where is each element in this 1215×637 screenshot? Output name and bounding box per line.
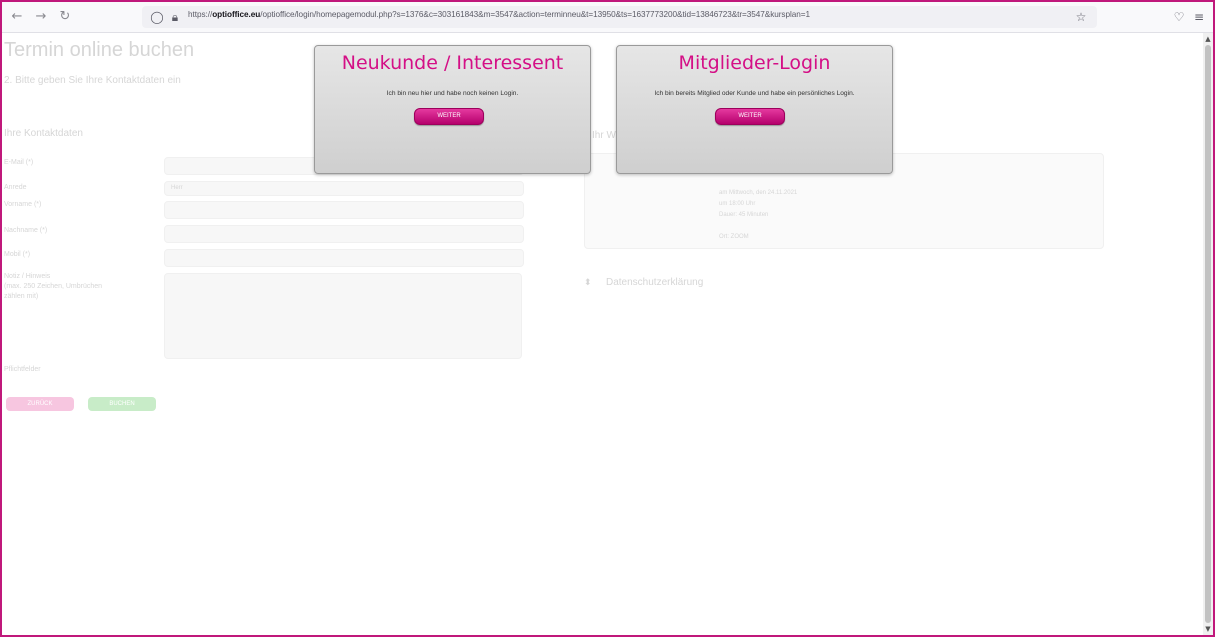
reload-icon[interactable]: ↻ xyxy=(56,8,74,26)
anrede-value: Herr xyxy=(171,185,183,191)
member-login-card: Mitglieder-Login Ich bin bereits Mitglie… xyxy=(616,45,893,174)
vertical-scrollbar[interactable]: ▲ ▼ xyxy=(1203,33,1213,635)
notiz-hint-2: zählen mit) xyxy=(4,293,39,300)
bookmark-star-icon[interactable]: ☆ xyxy=(1072,8,1090,26)
new-customer-text: Ich bin neu hier und habe noch keinen Lo… xyxy=(386,90,519,97)
vorname-label: Vorname (*) xyxy=(4,201,42,208)
new-customer-card: Neukunde / Interessent Ich bin neu hier … xyxy=(314,45,591,174)
member-login-title: Mitglieder-Login xyxy=(678,52,831,74)
book-button[interactable]: BUCHEN xyxy=(88,397,156,411)
notiz-hint-1: (max. 250 Zeichen, Umbrüchen xyxy=(4,283,103,290)
email-label: E-Mail (*) xyxy=(4,159,34,166)
menu-icon[interactable]: ≡ xyxy=(1190,8,1208,26)
back-button[interactable]: ZURÜCK xyxy=(6,397,74,411)
nachname-field[interactable] xyxy=(164,225,524,243)
mobil-label: Mobil (*) xyxy=(4,251,31,258)
anrede-select[interactable]: Herr xyxy=(164,181,524,196)
nachname-label: Nachname (*) xyxy=(4,227,48,234)
notiz-label: Notiz / Hinweis xyxy=(4,273,51,280)
pflichtfelder-note: Pflichtfelder xyxy=(4,366,41,373)
new-customer-continue-button[interactable]: WEITER xyxy=(414,108,484,125)
page-subtitle: 2. Bitte geben Sie Ihre Kontaktdaten ein xyxy=(4,75,181,86)
scrollbar-thumb[interactable] xyxy=(1205,45,1211,623)
pocket-icon[interactable]: ♡ xyxy=(1170,8,1188,26)
member-login-text: Ich bin bereits Mitglied oder Kunde und … xyxy=(654,90,855,97)
notiz-textarea[interactable] xyxy=(164,273,522,359)
vorname-field[interactable] xyxy=(164,201,524,219)
privacy-toggle-icon[interactable]: ⬍ xyxy=(584,277,592,288)
scroll-down-icon[interactable]: ▼ xyxy=(1203,624,1213,634)
url-bar[interactable]: ◯ 🔒︎ https://optioffice.eu/optioffice/lo… xyxy=(142,6,1097,28)
shield-icon[interactable]: ◯ xyxy=(150,9,164,25)
browser-toolbar: ← → ↻ ◯ 🔒︎ https://optioffice.eu/optioff… xyxy=(2,2,1213,33)
privacy-link[interactable]: Datenschutzerklärung xyxy=(606,277,703,288)
booking-date: am Mittwoch, den 24.11.2021 xyxy=(719,190,798,196)
booking-location: Ort: ZOOM xyxy=(719,234,749,240)
booking-duration: Dauer: 45 Minuten xyxy=(719,212,769,218)
contact-heading: Ihre Kontaktdaten xyxy=(4,128,83,139)
url-text[interactable]: https://optioffice.eu/optioffice/login/h… xyxy=(188,10,810,19)
scroll-up-icon[interactable]: ▲ xyxy=(1203,34,1213,44)
member-login-continue-button[interactable]: WEITER xyxy=(715,108,785,125)
lock-icon[interactable]: 🔒︎ xyxy=(168,9,182,25)
page-title: Termin online buchen xyxy=(4,39,195,61)
anrede-label: Anrede xyxy=(4,184,27,191)
forward-arrow-icon[interactable]: → xyxy=(32,8,50,26)
back-arrow-icon[interactable]: ← xyxy=(8,8,26,26)
page-viewport: Termin online buchen 2. Bitte geben Sie … xyxy=(2,33,1203,635)
new-customer-title: Neukunde / Interessent xyxy=(341,52,564,74)
mobil-field[interactable] xyxy=(164,249,524,267)
booking-time: um 18:00 Uhr xyxy=(719,201,756,207)
